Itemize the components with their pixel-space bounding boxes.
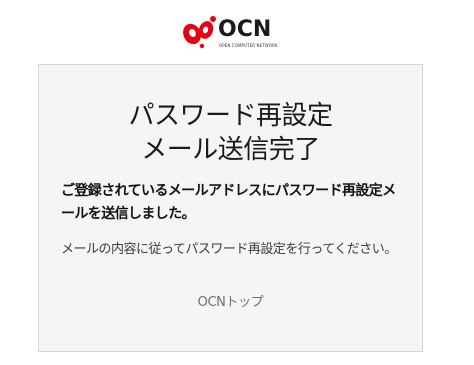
ocn-logo[interactable]: OCN OPEN COMPUTER NETWORK	[182, 12, 282, 50]
logo-wordmark: OCN	[218, 17, 272, 42]
page-title: パスワード再設定 メール送信完了	[39, 99, 422, 167]
logo-tagline: OPEN COMPUTER NETWORK	[219, 43, 278, 48]
page: OCN OPEN COMPUTER NETWORK パスワード再設定 メール送信…	[0, 0, 474, 365]
ocn-top-link[interactable]: OCNトップ	[39, 293, 422, 313]
ocn-logo-mark-icon	[183, 16, 216, 49]
sent-message: ご登録されているメールアドレスにパスワード再設定メールを送信しました。	[61, 183, 396, 222]
instruction-text: メールの内容に従ってパスワード再設定を行ってください。	[61, 242, 397, 257]
page-title-line-2: メール送信完了	[141, 135, 320, 165]
page-title-line-1: パスワード再設定	[128, 101, 333, 131]
completion-card: パスワード再設定 メール送信完了 ご登録されているメールアドレスにパスワード再設…	[38, 64, 423, 352]
